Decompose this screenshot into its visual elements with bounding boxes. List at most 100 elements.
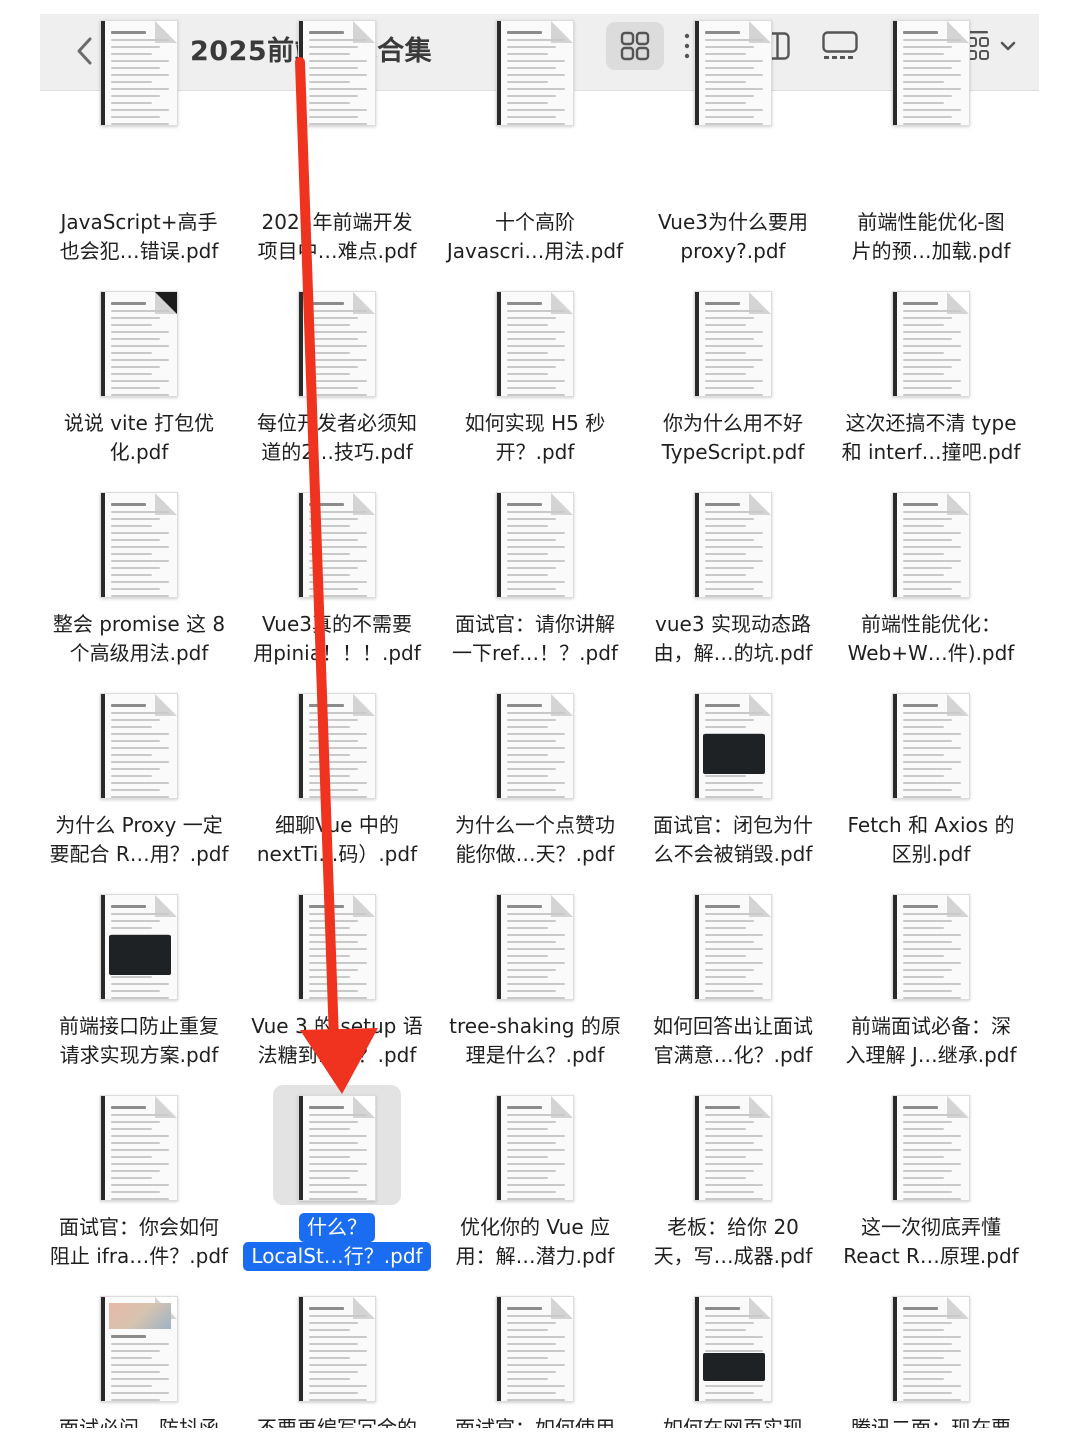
file-item[interactable]: 老板：给你 20 天，写…成器.pdf [634,1085,832,1286]
file-item[interactable]: 细聊Vue 中的 nextTi…码）.pdf [238,683,436,884]
file-thumbnail[interactable] [867,1286,995,1406]
file-name[interactable]: tree-shaking 的原 理是什么？.pdf [436,1012,634,1070]
file-item[interactable]: 腾讯二面：现在要你实现…计？.pdf [832,1286,1030,1428]
file-thumbnail[interactable] [669,281,797,401]
file-thumbnail[interactable] [273,482,401,602]
file-item[interactable]: 为什么一个点赞功 能你做…天？.pdf [436,683,634,884]
file-item[interactable]: 不要再编写冗余的ECharts…ook.pdf [238,1286,436,1428]
file-thumbnail[interactable] [867,482,995,602]
file-thumbnail[interactable] [471,1085,599,1205]
file-item[interactable]: 如何实现 H5 秒开？.pdf [436,281,634,482]
file-thumbnail[interactable] [471,884,599,1004]
file-name[interactable]: Fetch 和 Axios 的区别.pdf [832,811,1030,869]
file-name[interactable]: Vue 3 的 setup 语法糖到…西？.pdf [238,1012,436,1070]
back-button[interactable] [66,28,102,74]
file-name[interactable]: 面试官：请你讲解 一下ref…！？.pdf [436,610,634,668]
file-item[interactable]: Fetch 和 Axios 的区别.pdf [832,683,1030,884]
file-item[interactable]: 如何回答出让面试 官满意…化？.pdf [634,884,832,1085]
file-name[interactable]: 说说 vite 打包优 化.pdf [40,409,238,467]
file-thumbnail[interactable] [471,482,599,602]
file-name[interactable]: 面试官：你会如何 阻止 ifra…件？.pdf [40,1213,238,1271]
file-item[interactable]: 这一次彻底弄懂 React R…原理.pdf [832,1085,1030,1286]
file-thumbnail[interactable] [867,1085,995,1205]
file-name[interactable]: 面试必问，防抖函数的核…么？.pdf [40,1414,238,1428]
file-name[interactable]: 2025年前端开发 项目中…难点.pdf [238,208,436,266]
file-thumbnail[interactable] [669,1286,797,1406]
file-name[interactable]: JavaScript+高手 也会犯…错误.pdf [40,208,238,266]
file-name[interactable]: vue3 实现动态路 由，解…的坑.pdf [634,610,832,668]
file-name[interactable]: 如何在网页实现+TypeS…器？.pdf [634,1414,832,1428]
file-item[interactable]: 面试必问，防抖函数的核…么？.pdf [40,1286,238,1428]
file-name[interactable]: 不要再编写冗余的ECharts…ook.pdf [238,1414,436,1428]
file-thumbnail[interactable] [867,281,995,401]
file-item[interactable]: 你为什么用不好 TypeScript.pdf [634,281,832,482]
file-name[interactable]: 细聊Vue 中的 nextTi…码）.pdf [238,811,436,869]
file-item[interactable]: 前端接口防止重复 请求实现方案.pdf [40,884,238,1085]
file-item[interactable]: 什么？ LocalSt…行？.pdf [238,1085,436,1286]
file-name[interactable]: 腾讯二面：现在要你实现…计？.pdf [832,1414,1030,1428]
file-thumbnail[interactable] [273,281,401,401]
file-name[interactable]: 面试官：如何使用babel…目优化.pdf [436,1414,634,1428]
file-thumbnail[interactable] [669,482,797,602]
file-name[interactable]: Vue3为什么要用 proxy?.pdf [634,208,832,266]
file-name[interactable]: 十个高阶 Javascri…用法.pdf [436,208,634,266]
file-name[interactable]: 前端面试必备：深 入理解 J…继承.pdf [832,1012,1030,1070]
file-thumbnail[interactable] [273,683,401,803]
file-name[interactable]: 前端接口防止重复 请求实现方案.pdf [40,1012,238,1070]
file-thumbnail[interactable] [75,884,203,1004]
file-thumbnail[interactable] [867,683,995,803]
file-name[interactable]: 这次还搞不清 type 和 interf…撞吧.pdf [832,409,1030,467]
file-thumbnail[interactable] [75,20,203,200]
icon-view-button[interactable] [606,22,664,70]
file-name[interactable]: 前端性能优化： Web+W…件).pdf [832,610,1030,668]
file-item[interactable]: 优化你的 Vue 应用：解…潜力.pdf [436,1085,634,1286]
file-name[interactable]: 什么？ LocalSt…行？.pdf [238,1213,436,1271]
file-thumbnail[interactable] [471,1286,599,1406]
file-name[interactable]: 为什么 Proxy 一定 要配合 R…用？.pdf [40,811,238,869]
file-name[interactable]: 优化你的 Vue 应用：解…潜力.pdf [436,1213,634,1271]
file-name[interactable]: 为什么一个点赞功 能你做…天？.pdf [436,811,634,869]
file-name[interactable]: 如何实现 H5 秒开？.pdf [436,409,634,467]
file-thumbnail[interactable] [669,884,797,1004]
file-item[interactable]: 如何在网页实现+TypeS…器？.pdf [634,1286,832,1428]
file-thumbnail[interactable] [669,20,797,200]
file-name[interactable]: 每位开发者必须知 道的2…技巧.pdf [238,409,436,467]
file-name[interactable]: 面试官：闭包为什 么不会被销毁.pdf [634,811,832,869]
file-thumbnail[interactable] [273,1085,401,1205]
file-thumbnail[interactable] [75,683,203,803]
file-thumbnail[interactable] [471,281,599,401]
gallery-view-button[interactable] [814,22,866,70]
file-thumbnail[interactable] [75,1286,203,1406]
file-item[interactable]: 前端性能优化-图 片的预…加载.pdf [832,20,1030,281]
file-thumbnail[interactable] [669,683,797,803]
file-item[interactable]: 整会 promise 这 8 个高级用法.pdf [40,482,238,683]
file-item[interactable]: Vue3真的不需要 用pinia！！！.pdf [238,482,436,683]
file-thumbnail[interactable] [867,20,995,200]
file-thumbnail[interactable] [75,1085,203,1205]
file-item[interactable]: 前端性能优化： Web+W…件).pdf [832,482,1030,683]
file-thumbnail[interactable] [273,884,401,1004]
file-name[interactable]: 老板：给你 20 天，写…成器.pdf [634,1213,832,1271]
file-item[interactable]: 面试官：闭包为什 么不会被销毁.pdf [634,683,832,884]
file-name[interactable]: Vue3真的不需要 用pinia！！！.pdf [238,610,436,668]
file-name[interactable]: 整会 promise 这 8 个高级用法.pdf [40,610,238,668]
file-item[interactable]: tree-shaking 的原 理是什么？.pdf [436,884,634,1085]
file-item[interactable]: 说说 vite 打包优 化.pdf [40,281,238,482]
file-item[interactable]: 十个高阶 Javascri…用法.pdf [436,20,634,281]
file-item[interactable]: 前端面试必备：深 入理解 J…继承.pdf [832,884,1030,1085]
file-item[interactable]: 为什么 Proxy 一定 要配合 R…用？.pdf [40,683,238,884]
file-item[interactable]: 2025年前端开发 项目中…难点.pdf [238,20,436,281]
file-thumbnail[interactable] [867,884,995,1004]
file-name[interactable]: 你为什么用不好 TypeScript.pdf [634,409,832,467]
file-item[interactable]: JavaScript+高手 也会犯…错误.pdf [40,20,238,281]
file-thumbnail[interactable] [471,20,599,200]
file-thumbnail[interactable] [75,281,203,401]
file-item[interactable]: vue3 实现动态路 由，解…的坑.pdf [634,482,832,683]
file-item[interactable]: 每位开发者必须知 道的2…技巧.pdf [238,281,436,482]
file-item[interactable]: 面试官：如何使用babel…目优化.pdf [436,1286,634,1428]
file-item[interactable]: Vue 3 的 setup 语法糖到…西？.pdf [238,884,436,1085]
file-item[interactable]: 面试官：请你讲解 一下ref…！？.pdf [436,482,634,683]
file-item[interactable]: 这次还搞不清 type 和 interf…撞吧.pdf [832,281,1030,482]
file-item[interactable]: 面试官：你会如何 阻止 ifra…件？.pdf [40,1085,238,1286]
file-item[interactable]: Vue3为什么要用 proxy?.pdf [634,20,832,281]
